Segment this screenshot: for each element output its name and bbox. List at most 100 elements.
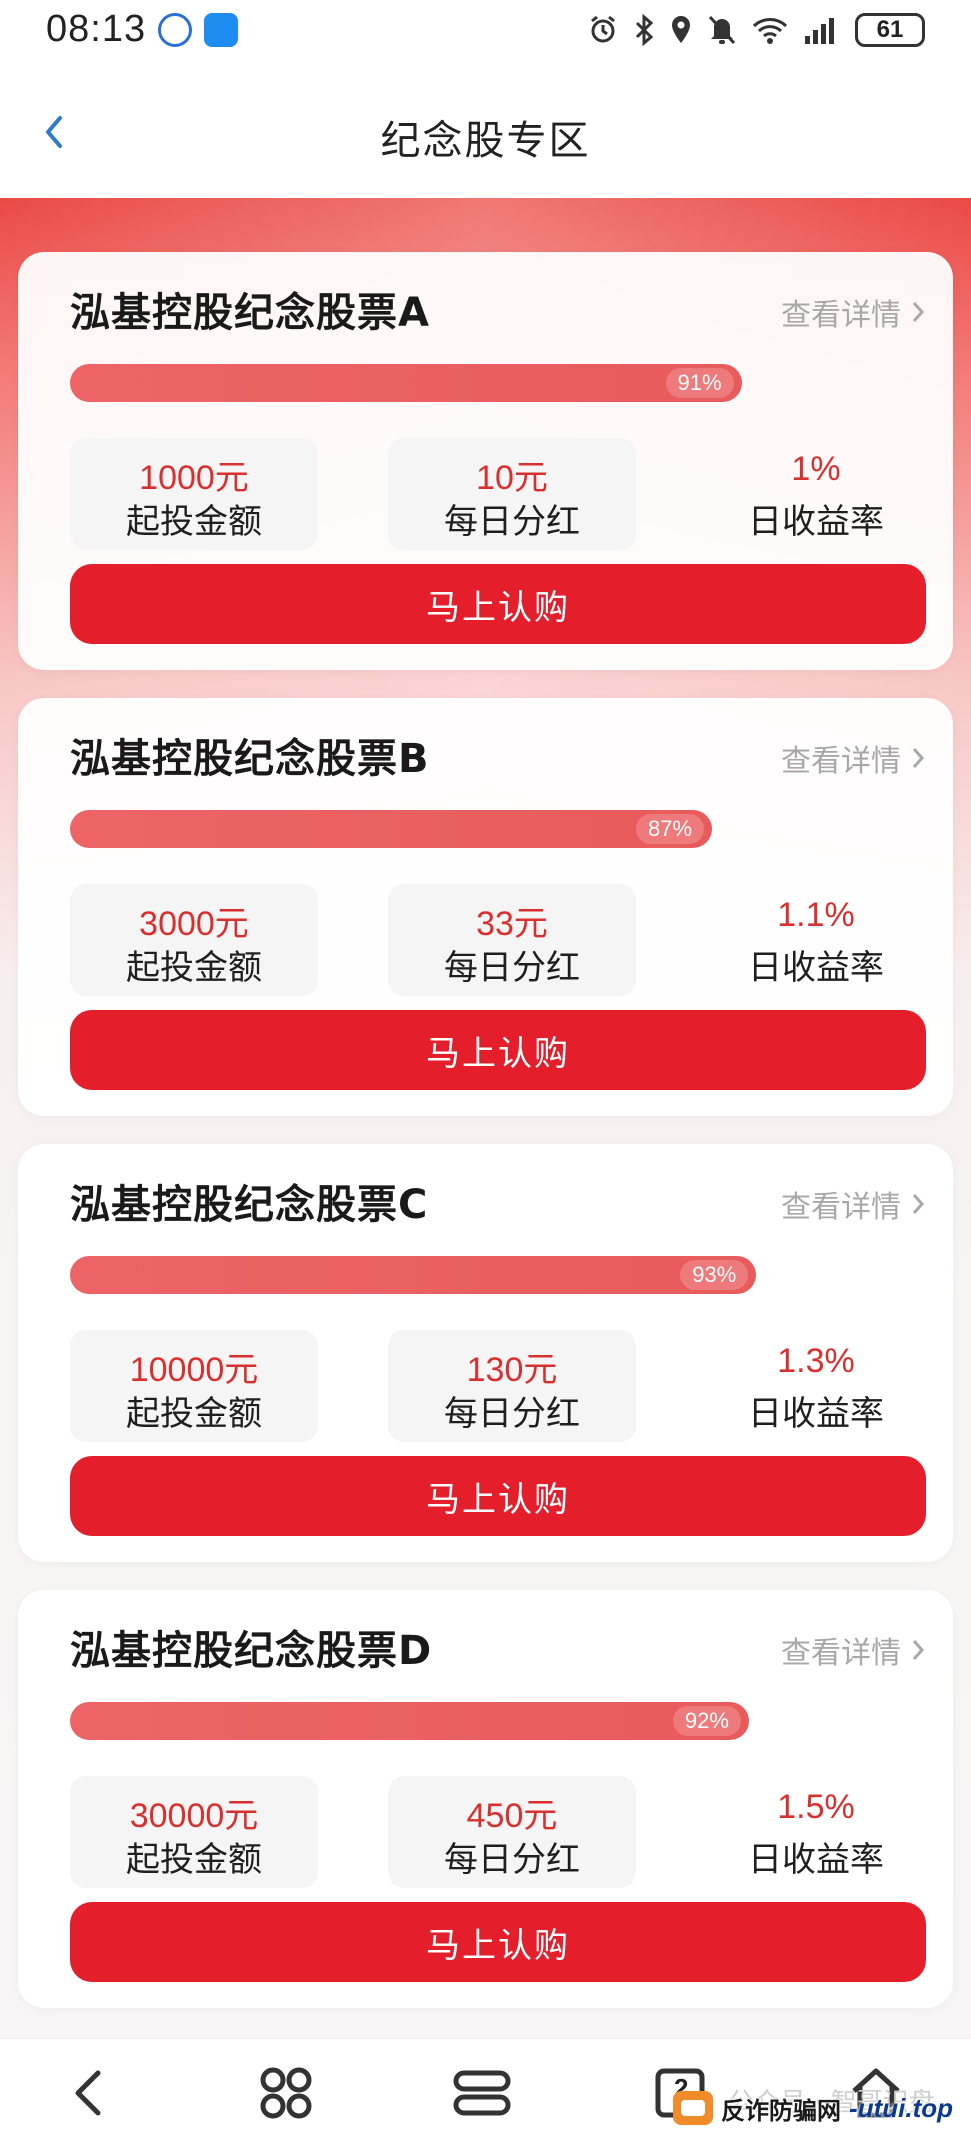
stat-label: 起投金额 bbox=[126, 948, 262, 988]
stat-label: 起投金额 bbox=[126, 1840, 262, 1880]
nav-back-button[interactable] bbox=[48, 2057, 128, 2129]
weather-notification-icon bbox=[204, 13, 238, 47]
stat-box: 1000元 起投金额 bbox=[70, 438, 318, 550]
stock-card: 泓基控股纪念股票A 查看详情 91% 1000元 起投金额 10元 每日分红 1… bbox=[18, 252, 953, 670]
progress-fill: 92% bbox=[70, 1702, 749, 1740]
stat-value: 3000元 bbox=[139, 905, 249, 943]
subscription-progress-bar: 93% bbox=[70, 1256, 808, 1294]
stat-value: 1.3% bbox=[777, 1342, 855, 1380]
stat-label: 日收益率 bbox=[748, 1394, 884, 1434]
stock-card: 泓基控股纪念股票B 查看详情 87% 3000元 起投金额 33元 每日分红 1… bbox=[18, 698, 953, 1116]
stat-value: 30000元 bbox=[129, 1797, 259, 1835]
subscription-progress-bar: 92% bbox=[70, 1702, 808, 1740]
stat-box: 30000元 起投金额 bbox=[70, 1776, 318, 1888]
location-icon bbox=[672, 16, 690, 43]
stock-title: 泓基控股纪念股票C bbox=[70, 1182, 429, 1228]
chevron-right-icon bbox=[912, 302, 925, 322]
page-title: 纪念股专区 bbox=[380, 118, 591, 164]
subscription-progress-bar: 91% bbox=[70, 364, 808, 402]
stat-box: 130元 每日分红 bbox=[388, 1330, 636, 1442]
watermark-domain: -utui.top bbox=[849, 2092, 953, 2123]
stats-row: 1000元 起投金额 10元 每日分红 1% 日收益率 bbox=[70, 438, 926, 550]
view-details-link[interactable]: 查看详情 bbox=[781, 736, 925, 780]
stock-card: 泓基控股纪念股票D 查看详情 92% 30000元 起投金额 450元 每日分红 bbox=[18, 1590, 953, 2008]
watermark: 反诈防骗网 -utui.top bbox=[673, 2080, 953, 2136]
status-icons: 61 bbox=[587, 10, 925, 50]
stat-value: 10元 bbox=[476, 459, 548, 497]
subscription-progress-bar: 87% bbox=[70, 810, 808, 848]
subscribe-button[interactable]: 马上认购 bbox=[70, 564, 926, 644]
stat-value: 130元 bbox=[466, 1351, 558, 1389]
watermark-logo-icon bbox=[673, 2091, 714, 2125]
view-details-label: 查看详情 bbox=[781, 298, 901, 333]
stat-label: 日收益率 bbox=[748, 1840, 884, 1880]
stat-label: 每日分红 bbox=[444, 1394, 580, 1434]
progress-percent: 93% bbox=[680, 1260, 749, 1290]
stats-row: 10000元 起投金额 130元 每日分红 1.3% 日收益率 bbox=[70, 1330, 926, 1442]
stock-title: 泓基控股纪念股票B bbox=[70, 736, 430, 782]
view-details-label: 查看详情 bbox=[781, 1636, 901, 1671]
app-notification-icon bbox=[158, 13, 192, 47]
stat-label: 每日分红 bbox=[444, 948, 580, 988]
stat-value: 450元 bbox=[466, 1797, 558, 1835]
alarm-icon bbox=[591, 15, 615, 43]
watermark-text: 反诈防骗网 bbox=[721, 2096, 842, 2125]
page-header: 纪念股专区 bbox=[0, 60, 971, 198]
nav-menu-button[interactable] bbox=[442, 2057, 522, 2129]
stat-label: 起投金额 bbox=[126, 502, 262, 542]
apps-icon bbox=[260, 2067, 312, 2119]
stat-box: 10元 每日分红 bbox=[388, 438, 636, 550]
bluetooth-icon bbox=[635, 14, 654, 46]
status-time: 08:13 bbox=[46, 8, 147, 50]
stat-value: 1.5% bbox=[777, 1788, 855, 1826]
back-icon bbox=[75, 2070, 101, 2116]
progress-percent: 87% bbox=[636, 814, 705, 844]
progress-fill: 93% bbox=[70, 1256, 757, 1294]
stat-value: 1000元 bbox=[139, 459, 249, 497]
chevron-right-icon bbox=[912, 748, 925, 768]
chevron-right-icon bbox=[912, 1640, 925, 1660]
stat-box: 450元 每日分红 bbox=[388, 1776, 636, 1888]
view-details-link[interactable]: 查看详情 bbox=[781, 290, 925, 334]
view-details-label: 查看详情 bbox=[781, 1190, 901, 1225]
stat-box: 1% 日收益率 bbox=[706, 438, 926, 550]
nav-apps-button[interactable] bbox=[246, 2057, 326, 2129]
stat-box: 1.1% 日收益率 bbox=[706, 884, 926, 996]
progress-fill: 87% bbox=[70, 810, 713, 848]
wifi-icon bbox=[752, 18, 788, 44]
mute-icon bbox=[708, 15, 736, 45]
stat-label: 起投金额 bbox=[126, 1394, 262, 1434]
stat-box: 10000元 起投金额 bbox=[70, 1330, 318, 1442]
progress-percent: 92% bbox=[672, 1706, 741, 1736]
stat-label: 日收益率 bbox=[748, 502, 884, 542]
stat-label: 日收益率 bbox=[748, 948, 884, 988]
subscribe-button[interactable]: 马上认购 bbox=[70, 1456, 926, 1536]
progress-percent: 91% bbox=[665, 368, 734, 398]
view-details-label: 查看详情 bbox=[781, 744, 901, 779]
subscribe-button[interactable]: 马上认购 bbox=[70, 1902, 926, 1982]
signal-icon bbox=[805, 18, 834, 44]
menu-icon bbox=[453, 2070, 511, 2116]
stat-label: 每日分红 bbox=[444, 502, 580, 542]
battery-indicator: 61 bbox=[855, 13, 925, 47]
stat-box: 3000元 起投金额 bbox=[70, 884, 318, 996]
stock-title: 泓基控股纪念股票D bbox=[70, 1628, 433, 1674]
subscribe-button[interactable]: 马上认购 bbox=[70, 1010, 926, 1090]
stat-box: 1.3% 日收益率 bbox=[706, 1330, 926, 1442]
stat-value: 1% bbox=[791, 450, 841, 488]
view-details-link[interactable]: 查看详情 bbox=[781, 1182, 925, 1226]
progress-fill: 91% bbox=[70, 364, 742, 402]
stat-box: 1.5% 日收益率 bbox=[706, 1776, 926, 1888]
stats-row: 3000元 起投金额 33元 每日分红 1.1% 日收益率 bbox=[70, 884, 926, 996]
status-bar: 08:13 61 bbox=[0, 0, 971, 60]
stat-value: 10000元 bbox=[129, 1351, 259, 1389]
view-details-link[interactable]: 查看详情 bbox=[781, 1628, 925, 1672]
stat-box: 33元 每日分红 bbox=[388, 884, 636, 996]
stock-card: 泓基控股纪念股票C 查看详情 93% 10000元 起投金额 130元 每日分红 bbox=[18, 1144, 953, 1562]
stock-title: 泓基控股纪念股票A bbox=[70, 290, 430, 336]
chevron-right-icon bbox=[912, 1194, 925, 1214]
stat-value: 33元 bbox=[476, 905, 548, 943]
stats-row: 30000元 起投金额 450元 每日分红 1.5% 日收益率 bbox=[70, 1776, 926, 1888]
stat-label: 每日分红 bbox=[444, 1840, 580, 1880]
stat-value: 1.1% bbox=[777, 896, 855, 934]
